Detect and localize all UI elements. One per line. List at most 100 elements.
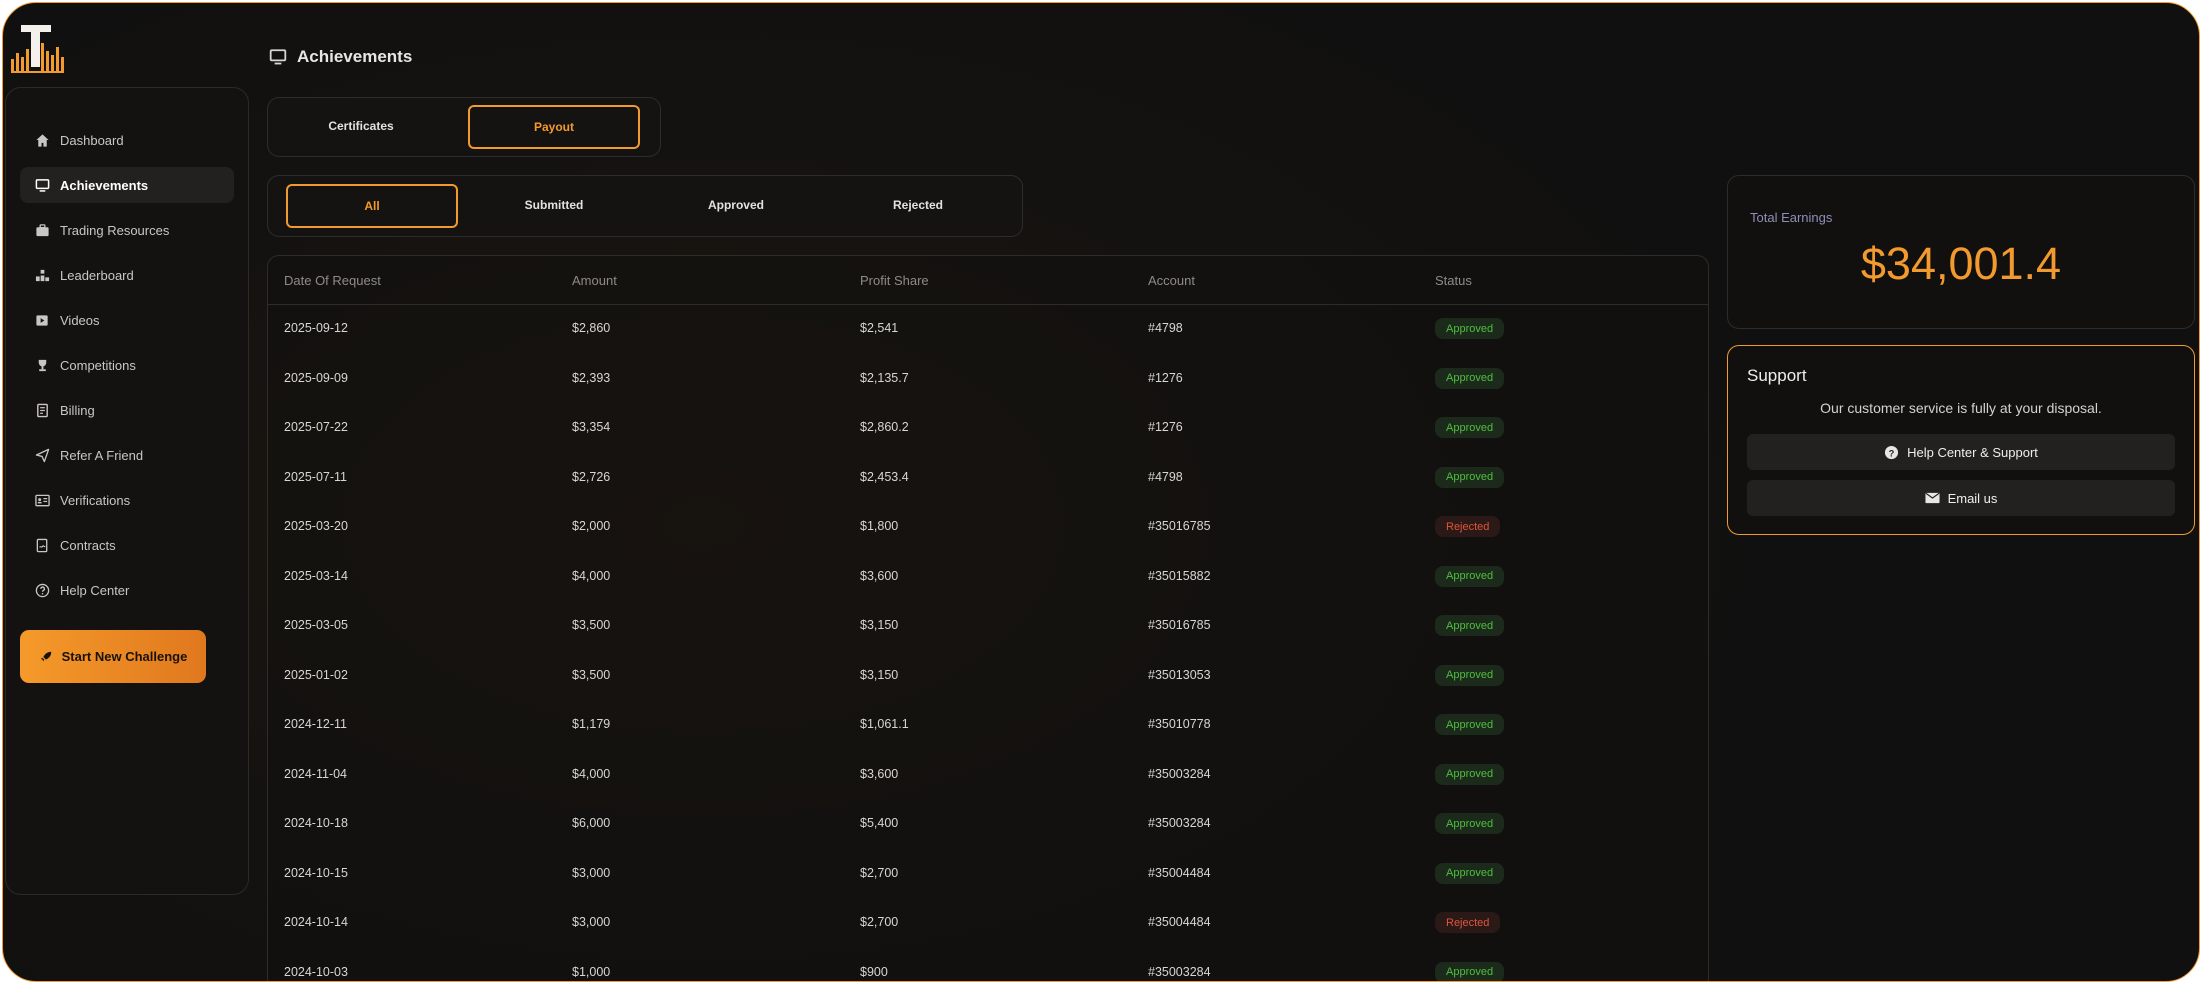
cell-account: #35010778 [1148,717,1211,731]
table-header: Date Of Request Amount Profit Share Acco… [268,256,1708,305]
cell-amount: $4,000 [572,568,611,583]
status-badge: Approved [1435,466,1505,488]
cell-profit-share: $2,700 [860,865,899,880]
svg-text:?: ? [1889,448,1895,458]
col-profit-share: Profit Share [860,273,929,288]
logo-icon [11,25,64,73]
cell-amount: $3,500 [572,618,611,632]
cell-profit-share: $2,453.4 [860,469,909,484]
sidebar-item-contracts[interactable]: Contracts [20,527,234,563]
cell-date: 2024-11-04 [284,766,348,781]
cell-profit-share: $3,600 [860,766,899,781]
sidebar-item-dashboard[interactable]: Dashboard [20,122,234,158]
sidebar-item-refer-a-friend[interactable]: Refer A Friend [20,437,234,473]
page-title: Achievements [269,47,412,67]
tab-payout[interactable]: Payout [468,105,640,149]
status-badge: Approved [1435,813,1505,834]
cell-date: 2024-12-11 [284,717,348,731]
status-filters: All Submitted Approved Rejected [267,175,1023,237]
cell-date: 2024-10-03 [284,964,348,979]
cell-amount: $2,000 [572,519,611,533]
cell-profit-share: $2,541 [860,321,899,335]
status-badge: Approved [1435,615,1505,636]
email-us-label: Email us [1947,490,1998,506]
cell-amount: $4,000 [572,766,611,781]
cell-amount: $2,393 [572,370,611,385]
col-status: Status [1435,273,1472,288]
status-badge: Approved [1435,417,1505,438]
briefcase-icon [34,222,50,238]
filter-approved[interactable]: Approved [650,184,822,226]
cell-profit-share: $2,860.2 [860,420,909,434]
cell-profit-share: $3,150 [860,618,899,632]
status-badge: Approved [1435,565,1505,587]
cell-date: 2025-03-14 [284,568,348,583]
table-row: 2024-10-15 $3,000 $2,700 #35004484 Approved [268,849,1708,898]
cell-account: #35004484 [1148,915,1211,929]
cell-profit-share: $1,061.1 [860,717,909,731]
cell-amount: $6,000 [572,816,611,830]
payout-table: Date Of Request Amount Profit Share Acco… [267,255,1709,981]
status-badge: Approved [1435,862,1505,884]
cell-date: 2025-07-11 [284,469,348,484]
sidebar-nav: Dashboard Achievements Trading Resources Le… [20,122,234,617]
sidebar-item-videos[interactable]: Videos [20,302,234,338]
email-us-button[interactable]: Email us [1747,480,2175,516]
start-new-challenge-button[interactable]: Start New Challenge [20,630,206,683]
table-row: 2025-03-20 $2,000 $1,800 #35016785 Rejected [268,502,1708,551]
page-title-text: Achievements [297,47,413,66]
sidebar-item-label: Help Center [60,582,130,598]
video-icon [34,312,50,328]
cell-date: 2025-01-02 [284,667,348,682]
col-date-of-request: Date Of Request [284,273,381,288]
sidebar-item-leaderboard[interactable]: Leaderboard [20,257,234,293]
sidebar-item-competitions[interactable]: Competitions [20,347,234,383]
sidebar-item-label: Competitions [60,357,136,373]
cell-profit-share: $900 [860,964,888,979]
cell-date: 2024-10-18 [284,816,348,830]
total-earnings-value: $34,001.4 [1860,238,2062,289]
cell-amount: $3,000 [572,915,611,929]
table-row: 2025-03-14 $4,000 $3,600 #35015882 Approved [268,552,1708,601]
col-account: Account [1148,273,1195,288]
billing-icon [34,402,50,418]
table-row: 2025-09-12 $2,860 $2,541 #4798 Approved [268,304,1708,353]
cell-date: 2025-07-22 [284,420,348,434]
tab-certificates[interactable]: Certificates [276,105,446,147]
cell-account: #4798 [1148,321,1183,335]
filter-submitted[interactable]: Submitted [468,184,640,226]
table-row: 2025-01-02 $3,500 $3,150 #35013053 Approved [268,651,1708,700]
sidebar-item-label: Achievements [60,177,149,193]
cell-account: #4798 [1148,469,1183,484]
sidebar-item-billing[interactable]: Billing [20,392,234,428]
rocket-icon [39,650,53,664]
filter-rejected[interactable]: Rejected [832,184,1004,226]
sidebar-item-help-center[interactable]: Help Center [20,572,234,608]
cell-account: #35015882 [1148,568,1211,583]
col-amount: Amount [572,273,617,288]
sidebar-item-label: Videos [60,312,100,328]
cell-account: #35016785 [1148,618,1211,632]
cell-amount: $2,726 [572,469,611,484]
table-row: 2025-03-05 $3,500 $3,150 #35016785 Approved [268,601,1708,650]
sidebar-item-achievements[interactable]: Achievements [20,167,234,203]
cell-date: 2025-03-20 [284,519,348,533]
trophy-icon [34,357,50,373]
cell-account: #1276 [1148,370,1183,385]
table-row: 2025-07-22 $3,354 $2,860.2 #1276 Approved [268,403,1708,452]
cell-amount: $3,000 [572,865,611,880]
sidebar-item-verifications[interactable]: Verifications [20,482,234,518]
table-row: 2025-07-11 $2,726 $2,453.4 #4798 Approved [268,453,1708,502]
sidebar-item-label: Trading Resources [60,222,170,238]
cell-profit-share: $3,600 [860,568,899,583]
filter-all[interactable]: All [286,184,458,228]
cell-amount: $3,500 [572,667,611,682]
sidebar-item-trading-resources[interactable]: Trading Resources [20,212,234,248]
support-text: Our customer service is fully at your di… [1820,400,2102,416]
table-row: 2024-11-04 $4,000 $3,600 #35003284 Approved [268,750,1708,799]
table-row: 2024-10-03 $1,000 $900 #35003284 Approved [268,948,1708,981]
cell-profit-share: $2,700 [860,915,899,929]
status-badge: Rejected [1435,912,1501,933]
help-center-support-button[interactable]: ? Help Center & Support [1747,434,2175,470]
monitor-icon [34,177,50,193]
